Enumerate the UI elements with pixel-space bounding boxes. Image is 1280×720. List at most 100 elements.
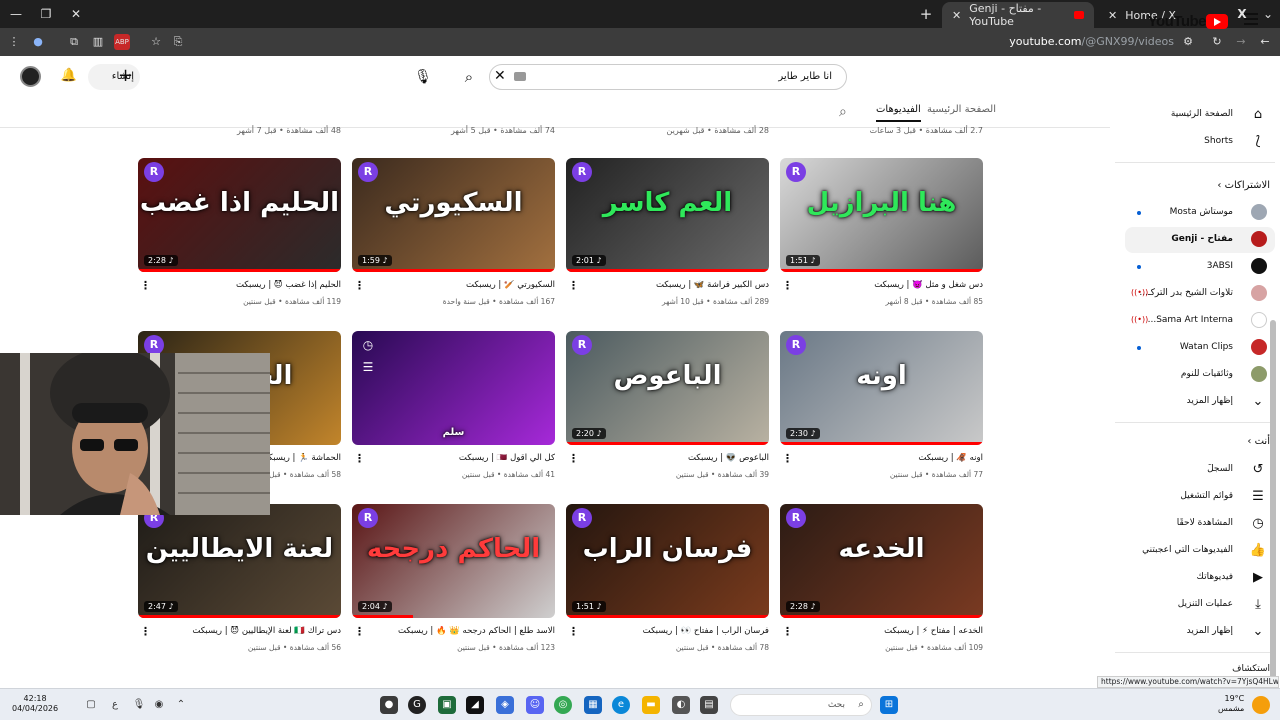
video-title[interactable]: دس الكبير فراشة 🦋 | ريسبكت [580, 280, 769, 290]
mic-tray-icon[interactable]: 🎙 [130, 696, 148, 714]
keyboard-icon[interactable] [514, 72, 526, 81]
app-icon[interactable]: ◐ [672, 696, 690, 714]
you-heading[interactable]: أنت › [1247, 436, 1270, 447]
more-options-icon[interactable]: ⋮ [140, 626, 151, 638]
more-options-icon[interactable]: ⋮ [782, 453, 793, 465]
forward-icon[interactable]: → [1233, 34, 1249, 50]
sidebar-item-your-videos[interactable]: ▶ فيديوهاتك [1125, 565, 1275, 591]
more-options-icon[interactable]: ⋮ [782, 280, 793, 292]
capcut-icon[interactable]: ◢ [466, 696, 484, 714]
video-title[interactable]: دس تراك 🇮🇹 لعنة الإيطاليين 😈 | ريسبكت [152, 626, 341, 636]
video-card[interactable]: لعنة الايطاليين R 2:47 ♪ ⋮ دس تراك 🇮🇹 لعنة ا… [138, 504, 341, 664]
sidebar-item-liked[interactable]: 👍 الفيديوهات التي أعجبتني [1125, 538, 1275, 564]
restore-icon[interactable]: ❐ [38, 6, 54, 22]
video-thumbnail[interactable]: لعنة الايطاليين R 2:47 ♪ [138, 504, 341, 618]
video-card[interactable]: فرسان الراب R 1:51 ♪ ⋮ فرسان الراب | مفتاح 👀… [566, 504, 769, 664]
hamburger-menu-icon[interactable] [1244, 13, 1258, 25]
search-input[interactable]: انا طاير طاير [489, 64, 847, 90]
video-title[interactable]: الاسد طلع | الحاكم درجحه 👑 🔥 | ريسبكت [366, 626, 555, 636]
video-thumbnail[interactable]: اونه R 2:30 ♪ [780, 331, 983, 445]
video-card[interactable]: الباعوص R 2:20 ♪ ⋮ الباعوص 👽 | ريسبكت 39 ألف … [566, 331, 769, 491]
sidebar-sub-genji[interactable]: مفتاح - Genji [1125, 227, 1275, 253]
sidebar-item-playlists[interactable]: ☰ قوائم التشغيل [1125, 484, 1275, 510]
star-icon[interactable]: ☆ [148, 34, 164, 50]
folder-icon[interactable]: ▬ [642, 696, 660, 714]
more-options-icon[interactable]: ⋮ [354, 626, 365, 638]
minimize-icon[interactable]: — [8, 6, 24, 22]
reload-icon[interactable]: ↻ [1209, 34, 1225, 50]
sidebar-item-downloads[interactable]: ⤓ عمليات التنزيل [1125, 592, 1275, 618]
search-button[interactable]: ⌕ [458, 66, 480, 88]
chevron-down-icon[interactable]: ⌄ [1260, 6, 1276, 22]
more-options-icon[interactable]: ⋮ [568, 626, 579, 638]
video-card[interactable]: الحاكم درجحه R 2:04 ♪ ⋮ الاسد طلع | الحاكم د… [352, 504, 555, 664]
sidebar-sub-badr[interactable]: تلاوات الشيخ بدر التركـ... ((•)) [1125, 281, 1275, 307]
site-settings-icon[interactable]: ⚙ [1180, 34, 1196, 50]
video-title[interactable]: فرسان الراب | مفتاح 👀 | ريسبكت [580, 626, 769, 636]
extension-icon[interactable]: ▥ [90, 34, 106, 50]
youtube-logo[interactable]: YouTube [1148, 13, 1230, 30]
sidebar-sub-mosta[interactable]: موستاش Mosta [1125, 200, 1275, 226]
sidebar-item-home[interactable]: ⌂ الصفحة الرئيسية [1125, 102, 1275, 128]
sidebar-show-more-you[interactable]: ⌄ إظهار المزيد [1125, 619, 1275, 645]
share-icon[interactable]: ⎘ [170, 34, 186, 50]
video-card[interactable]: العم كاسر R 2:01 ♪ ⋮ دس الكبير فراشة 🦋 | ريس… [566, 158, 769, 318]
taskbar-search-input[interactable]: بحث [730, 694, 872, 716]
video-thumbnail[interactable]: الحاكم درجحه R 2:04 ♪ [352, 504, 555, 618]
new-tab-icon[interactable]: + [918, 6, 934, 22]
back-icon[interactable]: ← [1257, 34, 1273, 50]
video-card[interactable]: الخدعه R 2:28 ♪ ⋮ الخدعه | مفتاح ⚡ | ريسبكت 1… [780, 504, 983, 664]
tab-home[interactable]: الصفحة الرئيسية [927, 104, 996, 115]
discord-icon[interactable]: ☺ [526, 696, 544, 714]
video-title[interactable]: السكيورتي 🏏 | ريسبكت [366, 280, 555, 290]
sidebar-item-history[interactable]: ↺ السجلّ [1125, 457, 1275, 483]
video-thumbnail[interactable]: السكيورتي R 1:59 ♪ [352, 158, 555, 272]
video-card[interactable]: السكيورتي R 1:59 ♪ ⋮ السكيورتي 🏏 | ريسبكت 167… [352, 158, 555, 318]
clear-search-icon[interactable]: ✕ [494, 69, 506, 83]
tab-videos[interactable]: الفيديوهات [876, 104, 921, 122]
create-button[interactable]: + إنشاء [88, 64, 140, 90]
url-text[interactable]: youtube.com/@GNX99/videos [1009, 35, 1174, 48]
tab-youtube[interactable]: ✕ Genji - مفتاح - YouTube [942, 2, 1094, 28]
video-thumbnail[interactable]: الباعوص R 2:20 ♪ [566, 331, 769, 445]
sidebar-sub-sama[interactable]: Sama Art Interna... ((•)) [1125, 308, 1275, 334]
video-card[interactable]: اونه R 2:30 ♪ ⋮ اونه 🦧 | ريسبكت 77 ألف مشاهدة… [780, 331, 983, 491]
video-thumbnail[interactable]: الخدعه R 2:28 ♪ [780, 504, 983, 618]
sidebar-item-shorts[interactable]: ⟆ Shorts [1125, 129, 1275, 155]
video-title[interactable]: دس شغل و مثل 👿 | ريسبكت [794, 280, 983, 290]
watch-later-icon[interactable]: ◷ [360, 337, 376, 353]
sidebar-sub-3absi[interactable]: 3ABSI [1125, 254, 1275, 280]
chrome-icon[interactable]: ◎ [554, 696, 572, 714]
menu-dots-icon[interactable]: ⋮ [6, 34, 22, 50]
more-options-icon[interactable]: ⋮ [568, 280, 579, 292]
profile-icon[interactable]: ● [30, 34, 46, 50]
sidebar-sub-watan[interactable]: Watan Clips [1125, 335, 1275, 361]
more-options-icon[interactable]: ⋮ [140, 280, 151, 292]
close-window-icon[interactable]: ✕ [68, 6, 84, 22]
app-icon[interactable]: ◈ [496, 696, 514, 714]
store-icon[interactable]: ▦ [584, 696, 602, 714]
video-thumbnail[interactable]: الحليم اذا غضب R 2:28 ♪ [138, 158, 341, 272]
tray-chevron-icon[interactable]: ⌃ [172, 696, 190, 714]
video-thumbnail[interactable]: فرسان الراب R 1:51 ♪ [566, 504, 769, 618]
sidebar-item-watch-later[interactable]: ◷ المشاهدة لاحقًا [1125, 511, 1275, 537]
notification-icon[interactable]: ▢ [82, 696, 100, 714]
video-title[interactable]: الحليم إذا غضب 😈 | ريسبكت [152, 280, 341, 290]
windows-start-icon[interactable]: ⊞ [880, 696, 898, 714]
app-icon[interactable]: ▤ [700, 696, 718, 714]
sidebar-show-more[interactable]: ⌄ إظهار المزيد [1125, 389, 1275, 415]
video-card[interactable]: الحليم اذا غضب R 2:28 ♪ ⋮ الحليم إذا غضب 😈 |… [138, 158, 341, 318]
add-to-queue-icon[interactable]: ☰ [360, 359, 376, 375]
scrollbar[interactable] [1270, 320, 1276, 680]
language-indicator[interactable]: ع [106, 696, 124, 714]
more-options-icon[interactable]: ⋮ [354, 280, 365, 292]
close-tab-icon[interactable]: ✕ [1108, 9, 1117, 22]
edge-icon[interactable]: e [612, 696, 630, 714]
video-thumbnail[interactable]: العم كاسر R 2:01 ♪ [566, 158, 769, 272]
terminal-icon[interactable]: ▣ [438, 696, 456, 714]
weather-widget[interactable]: 19°C مشمس [1218, 694, 1244, 714]
video-title[interactable]: اونه 🦧 | ريسبكت [794, 453, 983, 463]
video-title[interactable]: الخدعه | مفتاح ⚡ | ريسبكت [794, 626, 983, 636]
taskbar-clock[interactable]: 42:18 04/04/2026 [12, 694, 58, 714]
github-icon[interactable]: G [408, 696, 426, 714]
